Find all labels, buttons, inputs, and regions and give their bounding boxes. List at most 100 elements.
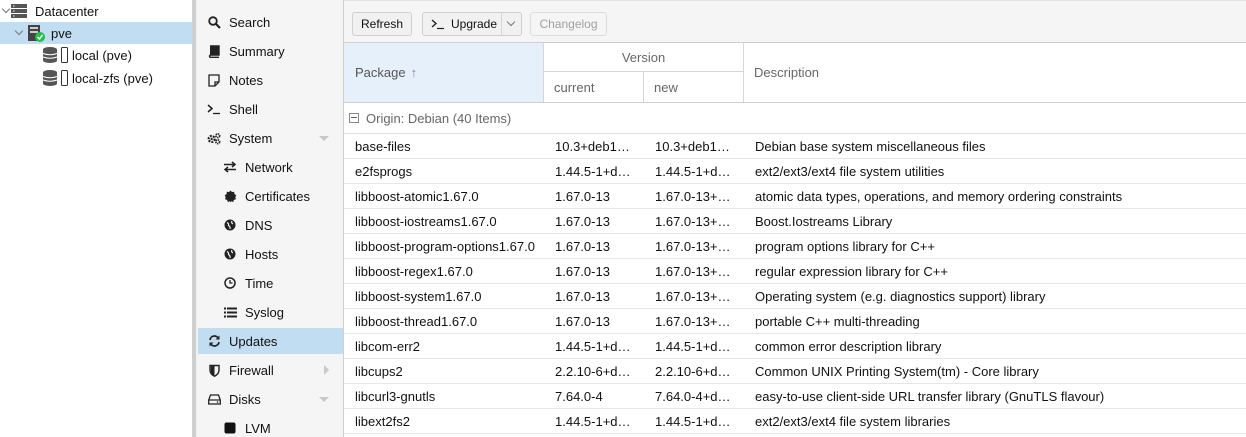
menu-item-disks[interactable]: Disks bbox=[198, 386, 343, 412]
changelog-button[interactable]: Changelog bbox=[530, 12, 607, 36]
chevron-right-icon[interactable] bbox=[324, 365, 329, 375]
table-row[interactable]: libboost-thread1.67.0 1.67.0-13 1.67.0-13+… bbox=[344, 309, 1246, 334]
cell-description: ext2/ext3/ext4 file system utilities bbox=[755, 163, 945, 179]
menu-item-hosts[interactable]: Hosts bbox=[198, 241, 343, 267]
column-header-label: new bbox=[654, 79, 678, 95]
menu-item-notes[interactable]: Notes bbox=[198, 67, 343, 93]
cell-description: Debian base system miscellaneous files bbox=[755, 138, 986, 154]
menu-item-updates[interactable]: Updates bbox=[198, 328, 343, 354]
tree-item-label: Datacenter bbox=[35, 3, 99, 19]
cell-current-version: 1.67.0-13 bbox=[555, 238, 610, 254]
tree-item-label: local-zfs (pve) bbox=[72, 70, 153, 86]
table-row[interactable]: libcups2 2.2.10-6+d… 2.2.10-6+d… Common UNI… bbox=[344, 359, 1246, 384]
table-row[interactable]: e2fsprogs 1.44.5-1+d… 1.44.5-1+d… ext2/ext3… bbox=[344, 159, 1246, 184]
table-row[interactable]: libboost-system1.67.0 1.67.0-13 1.67.0-13+… bbox=[344, 284, 1246, 309]
menu-item-label: LVM bbox=[245, 420, 271, 436]
hdd-icon bbox=[207, 392, 221, 406]
menu-item-summary[interactable]: Summary bbox=[198, 38, 343, 64]
terminal-icon bbox=[431, 18, 445, 30]
datacenter-icon bbox=[11, 4, 27, 18]
cell-new-version: 1.67.0-13+… bbox=[655, 313, 731, 329]
node-menu: Search Summary Notes Shell System Networ… bbox=[198, 0, 344, 437]
table-row[interactable]: libboost-program-options1.67.0 1.67.0-13 1… bbox=[344, 234, 1246, 259]
column-header-package[interactable]: Package ↑ bbox=[344, 43, 544, 102]
menu-item-lvm[interactable]: LVM bbox=[198, 415, 343, 437]
menu-item-label: Syslog bbox=[245, 304, 285, 320]
menu-item-label: Shell bbox=[229, 101, 258, 117]
menu-item-firewall[interactable]: Firewall bbox=[198, 357, 343, 383]
menu-item-network[interactable]: Network bbox=[198, 154, 343, 180]
cell-package: libcurl3-gnutls bbox=[355, 388, 436, 404]
chevron-down-icon[interactable] bbox=[15, 28, 25, 38]
cell-current-version: 1.67.0-13 bbox=[555, 288, 610, 304]
group-header-row[interactable]: Origin: Debian (40 Items) bbox=[344, 103, 1246, 134]
refresh-button[interactable]: Refresh bbox=[352, 12, 412, 36]
upgrade-button[interactable]: Upgrade bbox=[422, 12, 522, 36]
cell-current-version: 1.67.0-13 bbox=[555, 313, 610, 329]
column-header-new[interactable]: new bbox=[644, 72, 744, 102]
cell-package: libboost-program-options1.67.0 bbox=[355, 238, 535, 254]
resource-tree: Datacenter pve local (pve) local-zfs (pv… bbox=[0, 0, 192, 437]
upgrade-menu-chevron-icon[interactable] bbox=[501, 13, 521, 35]
menu-item-syslog[interactable]: Syslog bbox=[198, 299, 343, 325]
menu-item-system[interactable]: System bbox=[198, 125, 343, 151]
chevron-down-icon[interactable] bbox=[319, 135, 329, 141]
tree-item-local-zfs[interactable]: local-zfs (pve) bbox=[0, 67, 192, 89]
list-icon bbox=[223, 305, 237, 319]
globe-icon bbox=[223, 247, 237, 261]
menu-item-label: Disks bbox=[229, 391, 261, 407]
column-header-label: Package bbox=[355, 65, 406, 80]
cell-current-version: 1.67.0-13 bbox=[555, 188, 610, 204]
menu-item-shell[interactable]: Shell bbox=[198, 96, 343, 122]
table-row[interactable]: libcom-err2 1.44.5-1+d… 1.44.5-1+d… common … bbox=[344, 334, 1246, 359]
column-header-description[interactable]: Description bbox=[744, 43, 1246, 102]
node-online-icon bbox=[28, 25, 45, 42]
cell-new-version: 1.67.0-13+… bbox=[655, 213, 731, 229]
cell-new-version: 1.67.0-13+… bbox=[655, 238, 731, 254]
menu-item-dns[interactable]: DNS bbox=[198, 212, 343, 238]
notes-icon bbox=[207, 73, 221, 87]
gears-icon bbox=[207, 131, 221, 145]
grid-header: Package ↑ Version current new Descriptio… bbox=[344, 43, 1246, 103]
table-row[interactable]: base-files 10.3+deb1… 10.3+deb1… Debian bas… bbox=[344, 134, 1246, 159]
table-row[interactable]: libboost-regex1.67.0 1.67.0-13 1.67.0-13+…… bbox=[344, 259, 1246, 284]
column-header-current[interactable]: current bbox=[544, 72, 644, 102]
table-row[interactable]: libcurl3-gnutls 7.64.0-4 7.64.0-4+d… easy-t… bbox=[344, 384, 1246, 409]
menu-item-label: Firewall bbox=[229, 362, 274, 378]
chevron-down-icon[interactable] bbox=[319, 396, 329, 402]
group-label: Origin: Debian (40 Items) bbox=[366, 110, 512, 126]
menu-item-label: Summary bbox=[229, 43, 285, 59]
tree-item-local[interactable]: local (pve) bbox=[0, 44, 192, 66]
table-row[interactable]: libboost-atomic1.67.0 1.67.0-13 1.67.0-13+… bbox=[344, 184, 1246, 209]
certificate-icon bbox=[223, 189, 237, 203]
table-row[interactable]: libboost-iostreams1.67.0 1.67.0-13 1.67.0-… bbox=[344, 209, 1246, 234]
table-row[interactable]: libext2fs2 1.44.5-1+d… 1.44.5-1+d… ext2/ext… bbox=[344, 409, 1246, 434]
cell-new-version: 1.44.5-1+d… bbox=[655, 338, 731, 354]
storage-icon bbox=[42, 70, 68, 86]
cell-current-version: 1.67.0-13 bbox=[555, 213, 610, 229]
column-header-label: Description bbox=[754, 65, 820, 80]
menu-item-certificates[interactable]: Certificates bbox=[198, 183, 343, 209]
tree-item-pve[interactable]: pve bbox=[0, 22, 192, 44]
cell-current-version: 1.44.5-1+d… bbox=[555, 163, 631, 179]
changelog-button-label: Changelog bbox=[539, 17, 598, 31]
cell-description: Operating system (e.g. diagnostics suppo… bbox=[755, 288, 1046, 304]
cell-description: easy-to-use client-side URL transfer lib… bbox=[755, 388, 1105, 404]
tree-item-datacenter[interactable]: Datacenter bbox=[0, 0, 192, 22]
cell-package: libcom-err2 bbox=[355, 338, 421, 354]
cell-new-version: 2.2.10-6+d… bbox=[655, 363, 731, 379]
cell-package: libboost-regex1.67.0 bbox=[355, 263, 473, 279]
menu-item-label: Updates bbox=[229, 333, 278, 349]
updates-panel: Refresh Upgrade Changelog Package ↑ Vers… bbox=[344, 0, 1246, 437]
cell-current-version: 1.44.5-1+d… bbox=[555, 338, 631, 354]
search-icon bbox=[207, 15, 221, 29]
menu-item-label: DNS bbox=[245, 217, 273, 233]
book-icon bbox=[207, 44, 221, 58]
menu-item-search[interactable]: Search bbox=[198, 9, 343, 35]
menu-item-time[interactable]: Time bbox=[198, 270, 343, 296]
collapse-icon[interactable] bbox=[349, 113, 359, 123]
menu-item-label: Notes bbox=[229, 72, 263, 88]
column-header-label: current bbox=[554, 79, 595, 95]
cell-package: libboost-iostreams1.67.0 bbox=[355, 213, 497, 229]
cell-description: ext2/ext3/ext4 file system libraries bbox=[755, 413, 951, 429]
